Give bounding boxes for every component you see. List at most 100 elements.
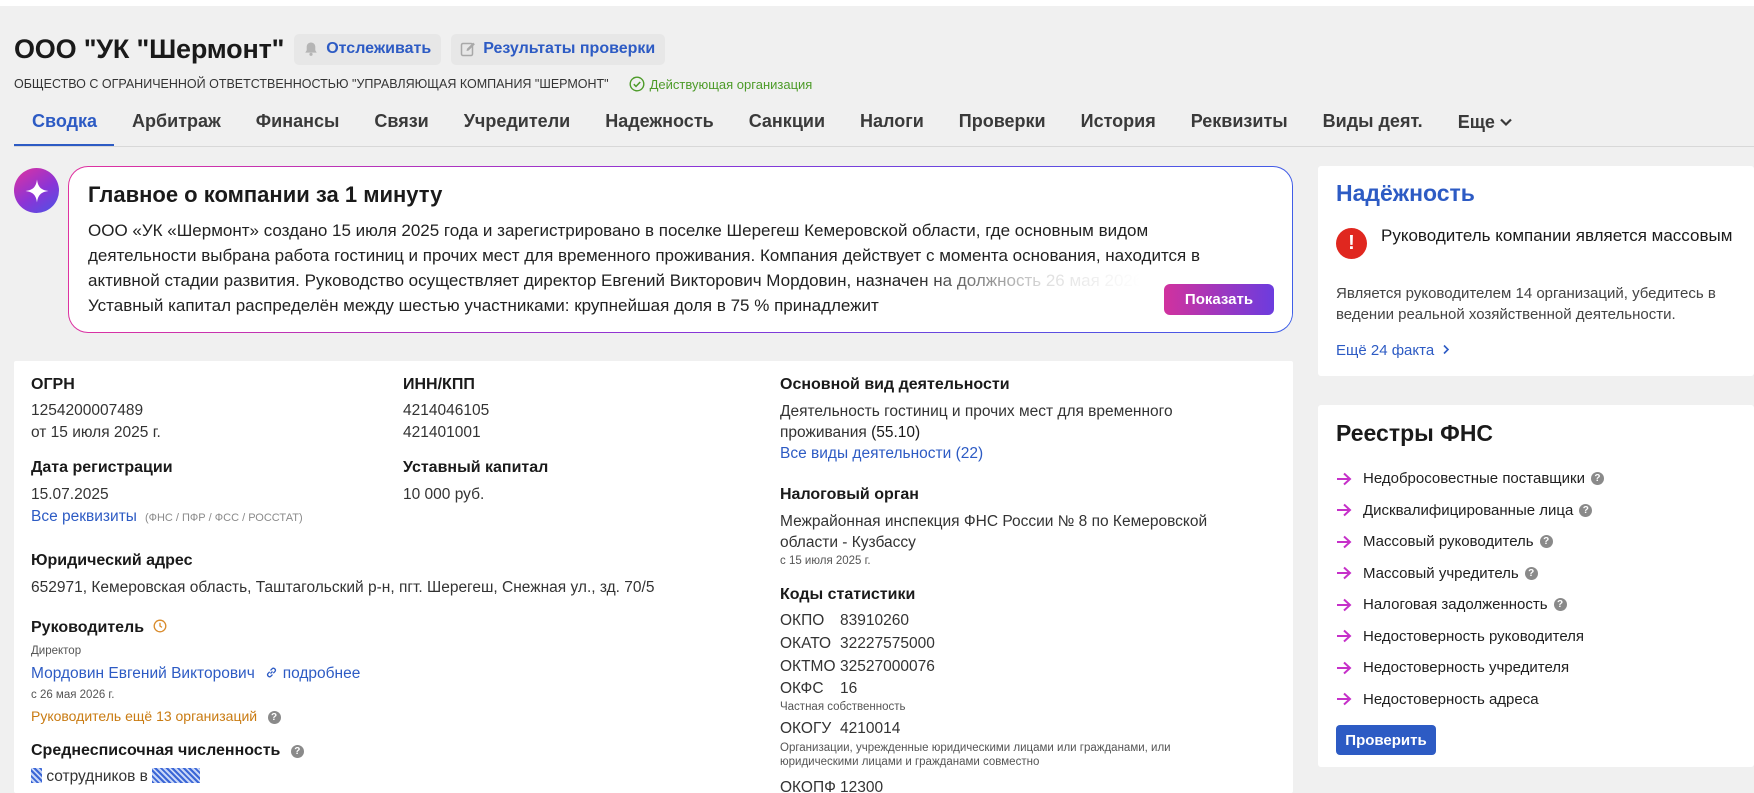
company-header: ООО "УК "Шермонт" Отслеживать Результаты… [14, 32, 1754, 94]
more-facts-label: Ещё 24 факта [1336, 342, 1435, 359]
tab-requisites[interactable]: Реквизиты [1173, 104, 1305, 146]
kpp-value: 421401001 [403, 424, 481, 441]
blurred-year [152, 768, 201, 783]
reg-date-value: 15.07.2025 [31, 486, 109, 503]
inn-kpp-label: ИНН/КПП [403, 376, 475, 393]
help-icon[interactable]: ? [1579, 503, 1593, 517]
code-okato: ОКАТО 32227575000 [780, 633, 935, 654]
top-strip [0, 0, 1754, 6]
tab-more[interactable]: Еще [1440, 104, 1530, 146]
code-okogu: ОКОГУ 4210014 [780, 718, 900, 739]
help-icon[interactable]: ? [1524, 566, 1538, 580]
registry-label: Недостоверность учредителя [1363, 659, 1570, 677]
code-oktmo: ОКТМО 32527000076 [780, 656, 935, 677]
tab-history[interactable]: История [1063, 104, 1173, 146]
arrow-right-icon [1337, 661, 1352, 674]
headcount-employees-text: сотрудников в [46, 768, 148, 785]
show-more-button[interactable]: Показать [1164, 284, 1274, 315]
help-icon[interactable]: ? [1553, 598, 1567, 612]
company-full-name: ОБЩЕСТВО С ОГРАНИЧЕННОЙ ОТВЕТСТВЕННОСТЬЮ… [14, 77, 609, 91]
address-label: Юридический адрес [31, 552, 193, 569]
okogu-note: Организации, учрежденные юридическими ли… [780, 742, 1171, 768]
tab-taxes[interactable]: Налоги [842, 104, 941, 146]
address-value: 652971, Кемеровская область, Таштагольск… [31, 579, 655, 596]
list-item: Недостоверность адреса [1336, 684, 1604, 716]
tab-connections[interactable]: Связи [356, 104, 445, 146]
track-button[interactable]: Отслеживать [294, 33, 442, 65]
chevron-right-icon [1442, 342, 1450, 359]
link-icon [265, 666, 278, 684]
tab-activities[interactable]: Виды деят. [1305, 104, 1440, 146]
head-other-orgs-link[interactable]: Руководитель ещё 13 организаций [31, 708, 257, 724]
code-key: ОКФС [780, 680, 824, 697]
ogrn-date: от 15 июля 2025 г. [31, 424, 161, 441]
all-requisites-link[interactable]: Все реквизиты [31, 508, 137, 525]
registry-label: Налоговая задолженность [1363, 596, 1548, 614]
list-item: Недобросовестные поставщики? [1336, 463, 1604, 495]
okfs-note: Частная собственность [780, 701, 906, 713]
head-name-link[interactable]: Мордовин Евгений Викторович [31, 665, 255, 682]
ogrn-label: ОГРН [31, 376, 75, 393]
registry-label: Дисквалифицированные лица [1363, 501, 1574, 519]
tab-summary[interactable]: Сводка [14, 104, 115, 147]
check-results-label: Результаты проверки [483, 40, 656, 57]
page-title: ООО "УК "Шермонт" [14, 33, 285, 64]
tab-sanctions[interactable]: Санкции [731, 104, 842, 146]
clock-icon[interactable] [153, 619, 167, 638]
chevron-down-icon [1499, 111, 1513, 132]
alert-icon: ! [1336, 228, 1367, 259]
capital-value: 10 000 руб. [403, 486, 485, 503]
tab-founders[interactable]: Учредители [446, 104, 587, 146]
reliability-description: Является руководителем 14 организаций, у… [1336, 285, 1716, 323]
stat-codes-label: Коды статистики [780, 586, 916, 603]
head-more-link[interactable]: подробнее [283, 665, 361, 682]
tab-arbitration[interactable]: Арбитраж [114, 104, 238, 146]
check-button[interactable]: Проверить [1336, 725, 1436, 755]
tax-authority-value: Межрайонная инспекция ФНС России № 8 по … [780, 513, 1208, 551]
list-item: Налоговая задолженность? [1336, 589, 1604, 621]
arrow-right-icon [1337, 535, 1352, 548]
code-key: ОКПО [780, 612, 825, 629]
edit-icon [460, 42, 476, 57]
arrow-right-icon [1337, 504, 1352, 517]
help-icon[interactable]: ? [290, 745, 304, 758]
check-results-button[interactable]: Результаты проверки [451, 33, 666, 65]
activity-value-row: Деятельность гостиниц и прочих мест для … [780, 401, 1220, 443]
tabs-divider [14, 146, 1754, 147]
bell-icon [305, 42, 317, 56]
reg-date-label: Дата регистрации [31, 459, 173, 476]
arrow-right-icon [1337, 598, 1352, 611]
registry-label: Массовый учредитель [1363, 564, 1519, 582]
help-icon[interactable]: ? [1539, 535, 1553, 549]
help-icon[interactable]: ? [267, 711, 281, 724]
tab-inspections[interactable]: Проверки [941, 104, 1063, 146]
ai-summary-title: Главное о компании за 1 минуту [88, 182, 443, 207]
track-label: Отслеживать [326, 40, 432, 57]
tab-bar: Сводка Арбитраж Финансы Связи Учредители… [14, 104, 1530, 147]
list-item: Дисквалифицированные лица? [1336, 495, 1604, 527]
status-badge: Действующая организация [629, 76, 813, 92]
code-okpo: ОКПО 83910260 [780, 610, 909, 631]
tab-finance[interactable]: Финансы [238, 104, 357, 146]
registry-label: Недостоверность руководителя [1363, 627, 1585, 645]
tab-reliability[interactable]: Надежность [587, 104, 731, 146]
reliability-title[interactable]: Надёжность [1336, 180, 1475, 207]
headcount-label-row: Среднесписочная численность ? [31, 742, 304, 760]
code-okopf: ОКОПФ 12300 [780, 777, 883, 793]
code-value: 32227575000 [840, 635, 935, 652]
code-key: ОКАТО [780, 635, 832, 652]
list-item: Массовый руководитель? [1336, 526, 1604, 558]
status-label: Действующая организация [649, 76, 813, 92]
headcount-label: Среднесписочная численность [31, 742, 281, 759]
help-icon[interactable]: ? [1590, 472, 1604, 486]
fns-registries-card: Реестры ФНС Недобросовестные поставщики?… [1318, 405, 1754, 767]
requisites-tag: (ФНС / ПФР / ФСС / РОССТАТ) [144, 512, 303, 524]
head-label: Руководитель [31, 619, 145, 636]
arrow-right-icon [1337, 630, 1352, 643]
reliability-alert: Руководитель компании является массовым [1381, 226, 1733, 245]
more-facts-link[interactable]: Ещё 24 факта [1336, 342, 1450, 359]
company-details-card: ОГРН 1254200007489 от 15 июля 2025 г. ИН… [14, 361, 1293, 793]
code-value: 16 [840, 680, 858, 697]
ai-summary-card: Главное о компании за 1 минуту ООО «УК «… [68, 166, 1293, 333]
all-activities-link[interactable]: Все виды деятельности (22) [780, 445, 983, 463]
